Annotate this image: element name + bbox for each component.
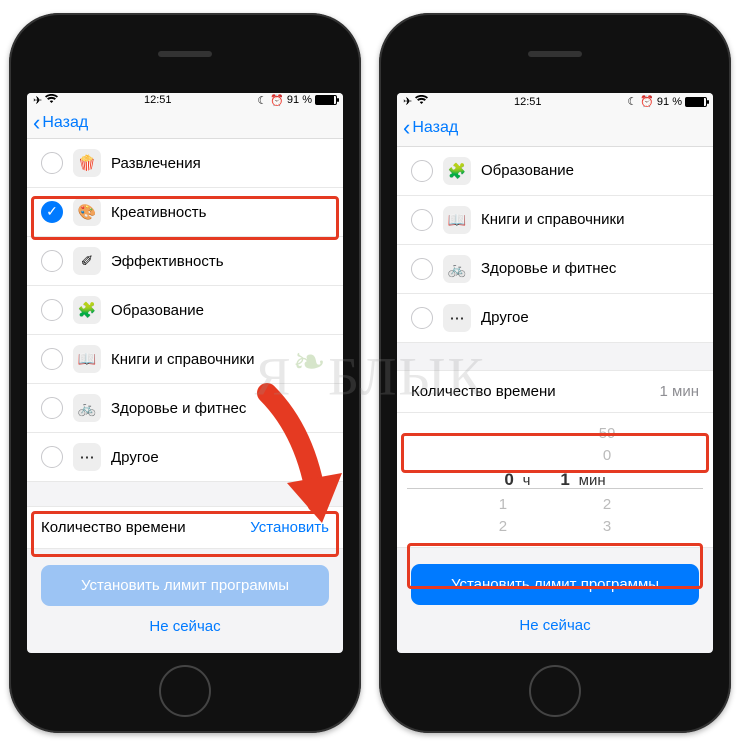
category-row[interactable]: 🎨 Креативность xyxy=(27,188,343,237)
category-label: Эффективность xyxy=(111,253,224,270)
category-icon: 📖 xyxy=(443,206,471,234)
category-icon: ⋯ xyxy=(443,304,471,332)
chevron-left-icon: ‹ xyxy=(33,112,40,134)
airplane-icon: ✈︎ xyxy=(403,95,412,108)
category-label: Здоровье и фитнес xyxy=(481,260,616,277)
picker-hours[interactable]: 0 xyxy=(504,470,513,489)
category-label: Здоровье и фитнес xyxy=(111,400,246,417)
battery-icon xyxy=(685,97,707,107)
wifi-icon xyxy=(415,95,428,108)
category-label: Другое xyxy=(481,309,529,326)
nav-bar: ‹ Назад xyxy=(397,111,713,147)
back-label: Назад xyxy=(412,119,458,137)
time-picker[interactable]: 59 0 0 ч 1 мин 1 2 2 3 xyxy=(397,413,713,549)
back-button[interactable]: ‹ Назад xyxy=(403,117,458,139)
category-icon: 🎨 xyxy=(73,198,101,226)
radio[interactable] xyxy=(41,201,63,223)
category-row[interactable]: 🍿 Развлечения xyxy=(27,139,343,188)
time-amount-cell[interactable]: Количество времени Установить xyxy=(27,506,343,549)
alarm-icon: ⏰ xyxy=(640,95,654,108)
radio[interactable] xyxy=(41,397,63,419)
home-button[interactable] xyxy=(159,665,211,717)
time-amount-label: Количество времени xyxy=(41,519,186,536)
category-row[interactable]: ⋯ Другое xyxy=(397,294,713,343)
category-icon: ✐ xyxy=(73,247,101,275)
category-row[interactable]: 🚲 Здоровье и фитнес xyxy=(397,245,713,294)
status-bar: ✈︎ 12:51 ☾ ⏰ 91 % xyxy=(397,93,713,111)
radio[interactable] xyxy=(411,209,433,231)
radio[interactable] xyxy=(411,307,433,329)
back-label: Назад xyxy=(42,114,88,132)
battery-pct: 91 % xyxy=(287,94,312,106)
category-row[interactable]: ✐ Эффективность xyxy=(27,237,343,286)
category-icon: 🚲 xyxy=(443,255,471,283)
category-list: 🧩 Образование 📖 Книги и справочники 🚲 Здоровь… xyxy=(397,147,713,343)
battery-pct: 91 % xyxy=(657,96,682,108)
category-label: Развлечения xyxy=(111,155,201,172)
battery-icon xyxy=(315,95,337,105)
phone-right: ✈︎ 12:51 ☾ ⏰ 91 % ‹ Назад 🧩 Образование 📖 К… xyxy=(379,13,731,733)
category-icon: 🍿 xyxy=(73,149,101,177)
category-label: Образование xyxy=(481,162,574,179)
radio[interactable] xyxy=(41,250,63,272)
category-label: Другое xyxy=(111,449,159,466)
radio[interactable] xyxy=(411,258,433,280)
back-button[interactable]: ‹ Назад xyxy=(33,112,88,134)
category-label: Книги и справочники xyxy=(111,351,255,368)
dnd-icon: ☾ xyxy=(257,94,267,107)
status-time: 12:51 xyxy=(514,96,542,108)
chevron-left-icon: ‹ xyxy=(403,117,410,139)
dnd-icon: ☾ xyxy=(627,95,637,108)
screen-left: ✈︎ 12:51 ☾ ⏰ 91 % ‹ Назад 🍿 Развлечения 🎨 К… xyxy=(27,93,343,653)
category-row[interactable]: 🧩 Образование xyxy=(397,147,713,196)
not-now-button[interactable]: Не сейчас xyxy=(41,606,329,647)
set-limit-button[interactable]: Установить лимит программы xyxy=(411,564,699,605)
picker-mins-unit: мин xyxy=(579,472,606,489)
category-row[interactable]: 📖 Книги и справочники xyxy=(27,335,343,384)
radio[interactable] xyxy=(41,299,63,321)
bottom-actions: Установить лимит программы Не сейчас xyxy=(397,548,713,652)
time-amount-label: Количество времени xyxy=(411,383,556,400)
category-icon: 🚲 xyxy=(73,394,101,422)
category-label: Книги и справочники xyxy=(481,211,625,228)
category-label: Образование xyxy=(111,302,204,319)
not-now-button[interactable]: Не сейчас xyxy=(411,605,699,646)
radio[interactable] xyxy=(41,446,63,468)
radio[interactable] xyxy=(411,160,433,182)
category-icon: 🧩 xyxy=(443,157,471,185)
time-set-link[interactable]: Установить xyxy=(250,519,329,536)
set-limit-button[interactable]: Установить лимит программы xyxy=(41,565,329,606)
radio[interactable] xyxy=(41,348,63,370)
time-amount-cell[interactable]: Количество времени 1 мин xyxy=(397,370,713,413)
category-icon: 🧩 xyxy=(73,296,101,324)
category-row[interactable]: ⋯ Другое xyxy=(27,433,343,482)
time-amount-value: 1 мин xyxy=(660,383,700,400)
category-row[interactable]: 🚲 Здоровье и фитнес xyxy=(27,384,343,433)
bottom-actions: Установить лимит программы Не сейчас xyxy=(27,549,343,653)
status-bar: ✈︎ 12:51 ☾ ⏰ 91 % xyxy=(27,93,343,109)
status-time: 12:51 xyxy=(144,94,172,106)
radio[interactable] xyxy=(41,152,63,174)
picker-hours-unit: ч xyxy=(523,472,531,489)
nav-bar: ‹ Назад xyxy=(27,108,343,139)
screen-right: ✈︎ 12:51 ☾ ⏰ 91 % ‹ Назад 🧩 Образование 📖 К… xyxy=(397,93,713,653)
alarm-icon: ⏰ xyxy=(270,94,284,107)
picker-mins[interactable]: 1 xyxy=(560,470,569,489)
home-button[interactable] xyxy=(529,665,581,717)
category-label: Креативность xyxy=(111,204,206,221)
airplane-icon: ✈︎ xyxy=(33,94,42,107)
category-icon: ⋯ xyxy=(73,443,101,471)
category-row[interactable]: 🧩 Образование xyxy=(27,286,343,335)
category-list: 🍿 Развлечения 🎨 Креативность ✐ Эффективность 🧩… xyxy=(27,139,343,482)
wifi-icon xyxy=(45,94,58,107)
category-row[interactable]: 📖 Книги и справочники xyxy=(397,196,713,245)
category-icon: 📖 xyxy=(73,345,101,373)
phone-left: ✈︎ 12:51 ☾ ⏰ 91 % ‹ Назад 🍿 Развлечения 🎨 К… xyxy=(9,13,361,733)
